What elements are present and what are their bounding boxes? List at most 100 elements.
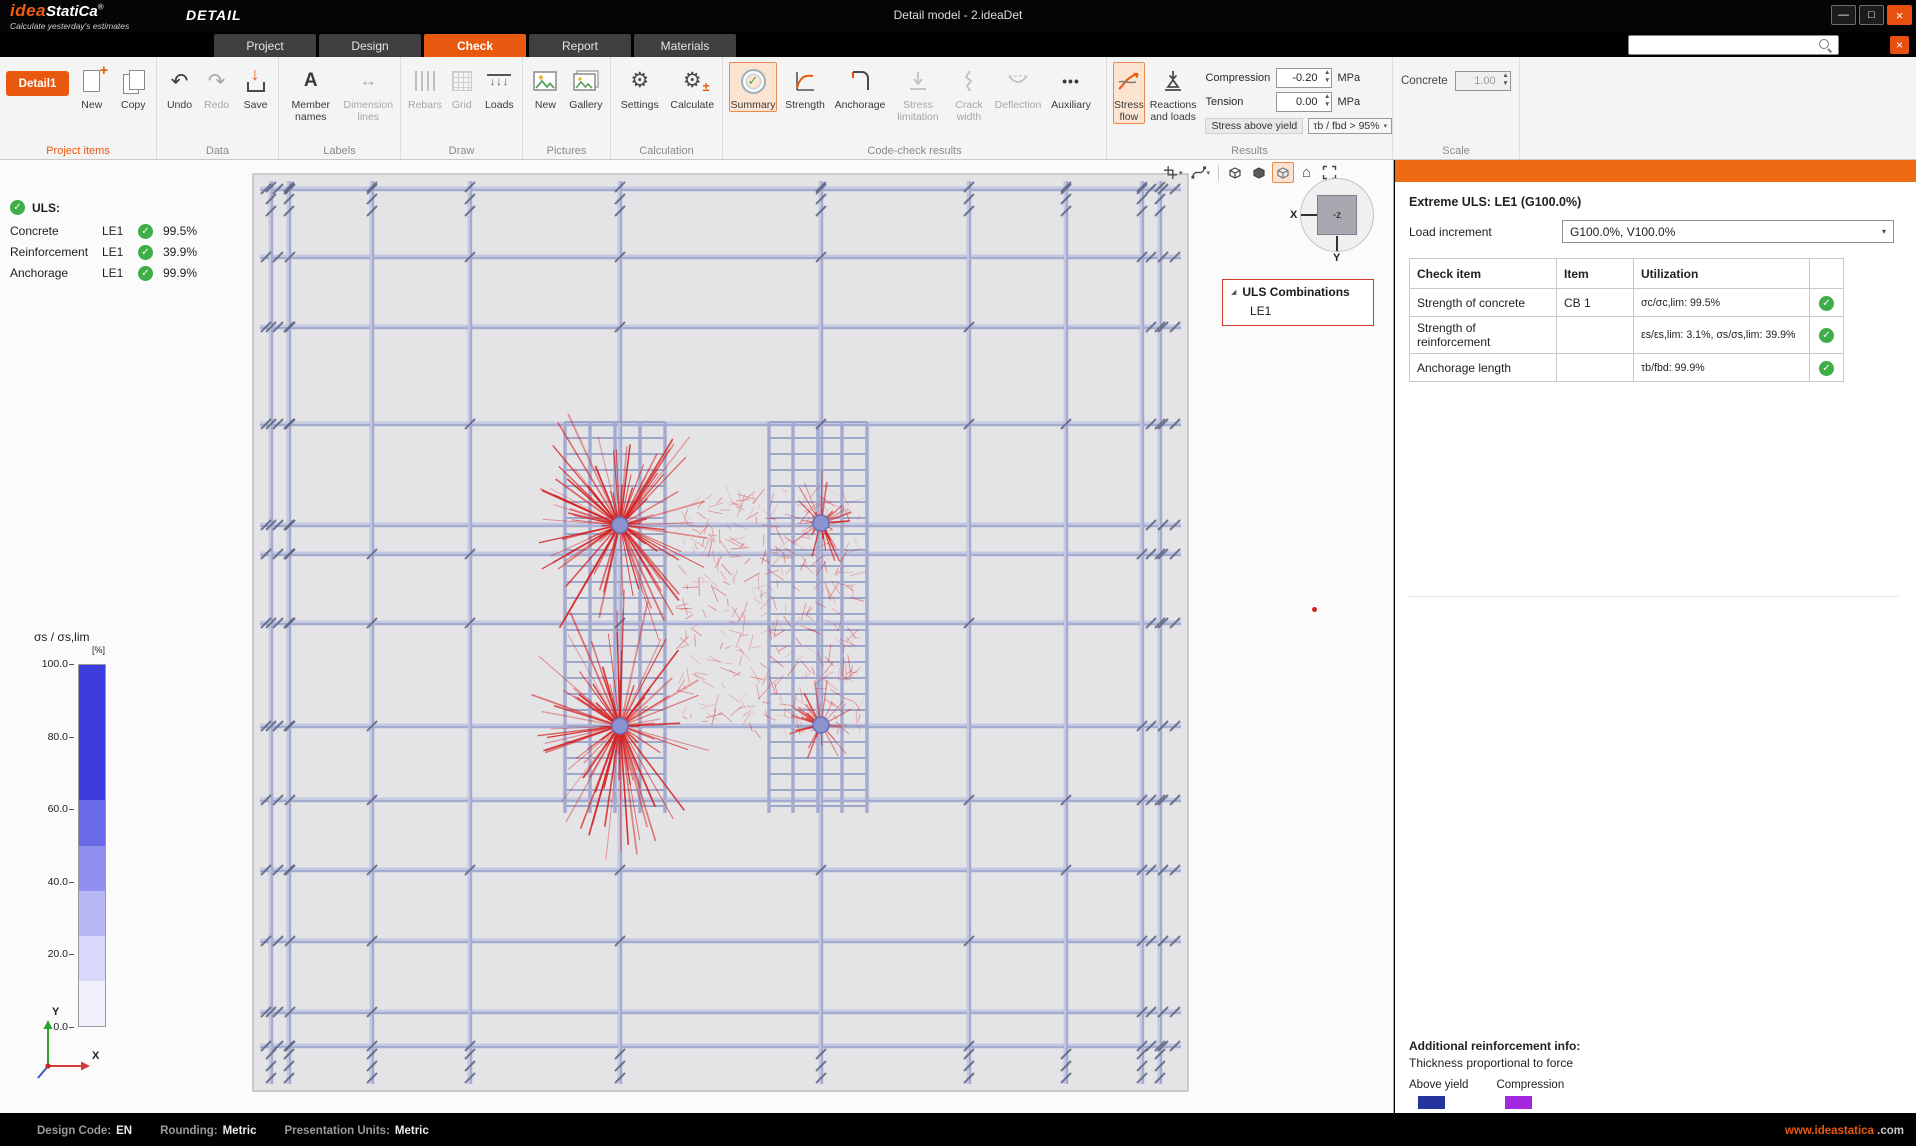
tab-design[interactable]: Design (319, 34, 421, 57)
chevron-down-icon: ▾ (1179, 169, 1183, 177)
legend-above-yield: Above yield (1409, 1079, 1468, 1109)
color-scale-ticks: 100.080.060.040.020.00.0 (34, 664, 71, 1027)
uls-overlay-title: ULS: (32, 201, 60, 215)
tension-stepper[interactable]: ▲▼ (1276, 92, 1332, 112)
member-names-icon: A (304, 70, 318, 92)
summary-button[interactable]: ✓ Summary (729, 62, 777, 112)
tab-check[interactable]: Check (424, 34, 526, 57)
search-icon (1818, 38, 1832, 52)
group-caption-draw: Draw (401, 145, 522, 157)
color-scale-title: σs / σs,lim (34, 630, 164, 644)
tension-spinner-arrows[interactable]: ▲▼ (1324, 93, 1330, 109)
view-cube-y-label: Y (1333, 252, 1340, 264)
close-button[interactable]: × (1887, 5, 1912, 25)
gallery-button[interactable]: Gallery (566, 62, 606, 112)
anchorage-button[interactable]: Anchorage (833, 62, 887, 112)
copy-icon (123, 70, 144, 93)
tension-unit: MPa (1337, 96, 1360, 108)
table-row-anchorage-length[interactable]: Anchorage length τb/fbd: 99.9% ✓ (1410, 354, 1844, 382)
calculate-button[interactable]: ⚙± Calculate (667, 62, 718, 112)
expander-icon[interactable]: ◢ (1231, 288, 1236, 296)
results-values-panel: Compression ▲▼ MPa Tension ▲▼ MPa (1205, 62, 1392, 136)
stress-flow-button[interactable]: Stress flow (1113, 62, 1145, 124)
load-increment-select[interactable]: G100.0%, V100.0% ▾ (1562, 220, 1894, 243)
results-panel: Extreme ULS: LE1 (G100.0%) Load incremen… (1395, 160, 1916, 1113)
window-controls: — □ × (1831, 5, 1912, 25)
anchorage-icon (848, 65, 872, 97)
compression-spinner-arrows[interactable]: ▲▼ (1324, 69, 1330, 85)
header-utilization: Utilization (1634, 259, 1810, 289)
new-picture-button[interactable]: New (529, 62, 562, 112)
view-cube-x-label: X (1290, 209, 1297, 221)
logo-tagline: Calculate yesterday's estimates (10, 22, 129, 31)
model-svg[interactable] (250, 171, 1191, 1094)
solid-view-button[interactable] (1248, 162, 1270, 183)
table-row-strength-of-reinforcement[interactable]: Strength of reinforcement εs/εs,lim: 3.1… (1410, 317, 1844, 354)
color-scale-gradient (78, 664, 106, 1027)
detail1-button[interactable]: Detail1 (6, 71, 69, 96)
ribbon-group-results: Stress flow Reactions and loads Compress… (1107, 57, 1393, 159)
group-caption-pictures: Pictures (523, 145, 610, 157)
chevron-down-icon: ▾ (1207, 169, 1211, 177)
uls-row-anchorage: Anchorage LE1 ✓ 99.9% (10, 262, 197, 283)
tab-project[interactable]: Project (214, 34, 316, 57)
reactions-loads-button[interactable]: Reactions and loads (1149, 62, 1198, 124)
new-project-item-button[interactable]: + New (73, 62, 110, 112)
maximize-button[interactable]: □ (1859, 5, 1884, 25)
axonometry-view-button[interactable] (1224, 162, 1246, 183)
compression-stepper[interactable]: ▲▼ (1276, 68, 1332, 88)
undo-button[interactable]: ↶ Undo (163, 62, 196, 112)
extreme-uls-title: Extreme ULS: LE1 (G100.0%) (1409, 195, 1916, 209)
axis-y-label: Y (52, 1006, 59, 1018)
rebars-icon (415, 71, 436, 91)
auxiliary-button[interactable]: ••• Auxiliary (1047, 62, 1095, 112)
color-scale-segment (79, 665, 105, 800)
copy-project-item-button[interactable]: Copy (115, 62, 152, 112)
view-cube-face[interactable]: -z (1317, 195, 1357, 235)
close-document-button[interactable]: × (1890, 36, 1909, 54)
results-panel-header-bar (1395, 160, 1916, 182)
save-button[interactable]: ↓ Save (237, 62, 274, 112)
deflection-icon (1006, 65, 1030, 97)
clipping-tool-button[interactable]: ▾ (1160, 162, 1186, 183)
tab-report[interactable]: Report (529, 34, 631, 57)
app-name: DETAIL (186, 7, 242, 23)
load-increment-label: Load increment (1409, 225, 1562, 239)
view-cube[interactable]: -z X Y (1290, 168, 1386, 264)
stress-limitation-button: Stress limitation (891, 62, 945, 124)
settings-button[interactable]: ⚙ Settings (617, 62, 663, 112)
uls-combinations-box[interactable]: ◢ ULS Combinations LE1 (1222, 279, 1374, 326)
group-caption-labels: Labels (279, 145, 400, 157)
table-row-strength-of-concrete[interactable]: Strength of concrete CB 1 σc/σc,lim: 99.… (1410, 289, 1844, 317)
color-scale-legend: σs / σs,lim [%] 100.080.060.040.020.00.0 (34, 630, 164, 1050)
logo-idea-text: idea (10, 1, 46, 20)
search-input[interactable] (1628, 35, 1839, 55)
uls-row-reinforcement: Reinforcement LE1 ✓ 39.9% (10, 241, 197, 262)
uls-combinations-title: ULS Combinations (1242, 285, 1349, 299)
minimize-button[interactable]: — (1831, 5, 1856, 25)
check-circle-icon: ✓ (138, 224, 153, 239)
dimension-lines-icon: ↔ (360, 71, 377, 91)
toolbar-separator (1218, 165, 1219, 181)
group-caption-project-items: Project items (0, 145, 156, 157)
reactions-loads-icon (1160, 65, 1186, 97)
auxiliary-dots-icon: ••• (1062, 73, 1080, 89)
stray-result-dot (1312, 607, 1317, 612)
website-link[interactable]: www.ideastatica .com (1785, 1125, 1904, 1137)
strength-button[interactable]: Strength (781, 62, 829, 112)
crack-width-button: Crack width (949, 62, 989, 124)
member-names-button[interactable]: A Member names (285, 62, 337, 124)
color-scale-unit: [%] (92, 645, 105, 655)
combination-item-le1[interactable]: LE1 (1250, 304, 1365, 318)
loads-icon: ↓↓↓ (487, 74, 511, 89)
compression-label: Compression (1205, 72, 1271, 84)
summary-icon: ✓ (741, 69, 766, 94)
document-title: Detail model - 2.ideaDet (0, 8, 1916, 22)
tab-materials[interactable]: Materials (634, 34, 736, 57)
loads-button[interactable]: ↓↓↓ Loads (481, 62, 518, 112)
tb-fbd-select[interactable]: τb / fbd > 95% ▾ (1308, 118, 1392, 134)
curve-tool-button[interactable]: ▾ (1188, 162, 1214, 183)
additional-info-title: Additional reinforcement info: (1409, 1039, 1580, 1053)
model-viewport[interactable]: ▾ ▾ ⌂ -z X Y ✓ ULS: (0, 160, 1394, 1113)
ribbon-group-calculation: ⚙ Settings ⚙± Calculate Calculation (611, 57, 723, 159)
